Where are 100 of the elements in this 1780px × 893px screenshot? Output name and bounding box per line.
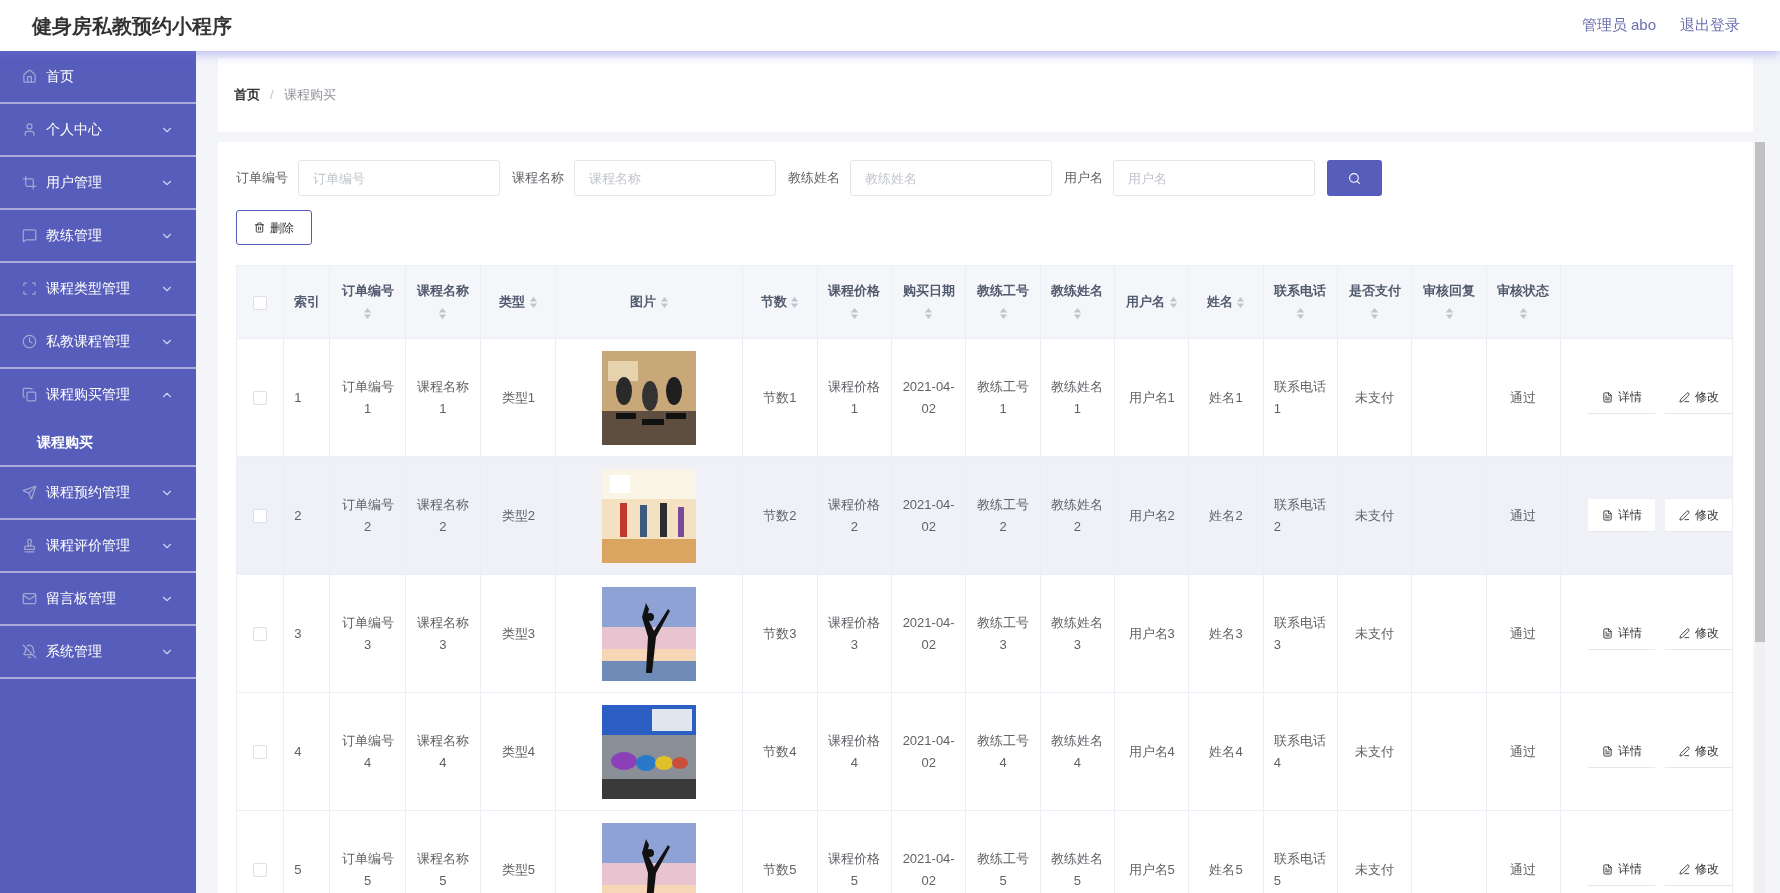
menu-item[interactable]: 教练管理: [0, 210, 196, 261]
menu-item[interactable]: 私教课程管理: [0, 316, 196, 367]
table-cell: 课程名称5: [416, 850, 469, 888]
table-cell: 教练工号1: [977, 378, 1029, 416]
sort-icon[interactable]: [1444, 307, 1454, 321]
table-cell: 节数3: [763, 625, 797, 641]
sort-icon[interactable]: [790, 296, 800, 310]
column-header[interactable]: 联系电话: [1263, 265, 1338, 339]
table-cell: 教练姓名1: [1051, 378, 1104, 416]
column-header[interactable]: 节数: [742, 265, 818, 339]
menu-item[interactable]: 系统管理: [0, 626, 196, 677]
breadcrumb-link[interactable]: 课程购买: [283, 85, 336, 105]
column-header[interactable]: 教练姓名: [1040, 265, 1115, 339]
table-cell: 教练姓名3: [1051, 614, 1104, 652]
column-header[interactable]: 图片: [555, 265, 743, 339]
column-header[interactable]: 审核回复: [1411, 265, 1487, 339]
edit-button[interactable]: 修改: [1665, 499, 1732, 532]
checkbox[interactable]: [253, 509, 268, 524]
pencil-icon: [1678, 745, 1690, 757]
sort-icon[interactable]: [1072, 307, 1082, 321]
admin-name: 管理员 abo: [1581, 15, 1656, 36]
table-row[interactable]: 1 订单编号1 课程名称1 类型1 节数1 课程价格1 2021-04-02 教练工号1 教练姓名1 用户名1 姓名1 联系电话1 未支付 通过 详情 修改: [236, 338, 1733, 457]
table-cell: 未支付: [1355, 625, 1395, 641]
table-cell: 课程价格2: [828, 496, 881, 534]
column-header[interactable]: 审核状态: [1486, 265, 1561, 339]
menu-item[interactable]: 课程预约管理: [0, 467, 196, 518]
menu-icon: [22, 228, 37, 243]
table-cell: 2021-04-02: [902, 732, 955, 770]
sort-icon[interactable]: [1168, 296, 1178, 310]
checkbox[interactable]: [253, 863, 268, 878]
sort-icon[interactable]: [438, 307, 448, 321]
sort-icon[interactable]: [363, 307, 373, 321]
checkbox[interactable]: [253, 295, 268, 310]
sort-icon[interactable]: [1295, 307, 1305, 321]
sort-icon[interactable]: [528, 296, 538, 310]
sort-icon[interactable]: [1518, 307, 1528, 321]
scrollbar[interactable]: [1755, 142, 1765, 893]
column-header[interactable]: 是否支付: [1337, 265, 1412, 339]
table-cell: 订单编号4: [341, 732, 394, 770]
table-cell: 订单编号5: [341, 850, 394, 888]
sort-icon[interactable]: [924, 307, 934, 321]
table-cell: 节数1: [763, 389, 797, 405]
menu-item[interactable]: 课程评价管理: [0, 520, 196, 571]
filter-label: 订单编号: [236, 169, 288, 188]
checkbox[interactable]: [253, 627, 268, 642]
column-header[interactable]: 购买日期: [891, 265, 966, 339]
column-header[interactable]: 课程价格: [817, 265, 892, 339]
details-button[interactable]: 详情: [1588, 499, 1655, 532]
table-cell: 类型5: [501, 861, 535, 877]
sort-icon[interactable]: [1236, 296, 1246, 310]
filter-field[interactable]: 教练姓名: [850, 160, 1052, 196]
sort-icon[interactable]: [849, 307, 859, 321]
delete-button[interactable]: 删除: [236, 210, 312, 245]
column-header[interactable]: 用户名: [1114, 265, 1189, 339]
sort-icon[interactable]: [998, 307, 1008, 321]
table-row[interactable]: 2 订单编号2 课程名称2 类型2 节数2 课程价格2 2021-04-02 教练工号2 教练姓名2 用户名2 姓名2 联系电话2 未支付 通过 详情 修改: [236, 456, 1733, 575]
logout-link[interactable]: 退出登录: [1680, 14, 1740, 37]
menu-item[interactable]: 课程购买管理: [0, 369, 196, 420]
table-cell: 1: [294, 389, 302, 405]
table-row[interactable]: 4 订单编号4 课程名称4 类型4 节数4 课程价格4 2021-04-02 教练工号4 教练姓名4 用户名4 姓名4 联系电话4 未支付 通过 详情 修改: [236, 692, 1733, 811]
table-cell: 未支付: [1355, 507, 1395, 523]
checkbox[interactable]: [253, 745, 268, 760]
filter-label: 用户名: [1064, 169, 1103, 188]
filter-field[interactable]: 用户名: [1113, 160, 1315, 196]
table-cell: 通过: [1510, 625, 1537, 641]
menu-item[interactable]: 用户管理: [0, 157, 196, 208]
table-cell: 节数2: [763, 507, 797, 523]
filter-field[interactable]: 课程名称: [574, 160, 776, 196]
table-cell: 课程价格1: [828, 378, 881, 416]
column-header[interactable]: 课程名称: [405, 265, 481, 339]
menu-item[interactable]: 留言板管理: [0, 573, 196, 624]
table-cell: 用户名5: [1128, 861, 1175, 877]
table-cell: 未支付: [1355, 861, 1395, 877]
submenu-item[interactable]: 课程购买: [0, 420, 196, 465]
filter-field[interactable]: 订单编号: [298, 160, 500, 196]
sort-icon[interactable]: [659, 296, 669, 310]
breadcrumb-separator: /: [270, 86, 274, 105]
sort-icon[interactable]: [1370, 307, 1380, 321]
column-header[interactable]: 教练工号: [965, 265, 1041, 339]
table-cell: 2021-04-02: [902, 378, 955, 416]
column-header[interactable]: 订单编号: [329, 265, 406, 339]
table-cell: 教练姓名5: [1051, 850, 1104, 888]
pencil-icon: [1678, 627, 1690, 639]
table-cell: 教练工号3: [977, 614, 1029, 652]
breadcrumb-link[interactable]: 首页: [234, 85, 260, 105]
table-cell: 姓名1: [1209, 389, 1243, 405]
table-row[interactable]: 5 订单编号5 课程名称5 类型5 节数5 课程价格5 2021-04-02 教练工号5 教练姓名5 用户名5 姓名5 联系电话5 未支付 通过 详情 修改: [236, 810, 1733, 893]
table-row[interactable]: 3 订单编号3 课程名称3 类型3 节数3 课程价格3 2021-04-02 教练工号3 教练姓名3 用户名3 姓名3 联系电话3 未支付 通过 详情 修改: [236, 574, 1733, 693]
table-cell: 教练姓名4: [1051, 732, 1104, 770]
table-cell: 2021-04-02: [902, 496, 955, 534]
table-cell: 课程名称4: [416, 732, 469, 770]
column-header[interactable]: 类型: [480, 265, 556, 339]
menu-item[interactable]: 个人中心: [0, 104, 196, 155]
search-button[interactable]: [1327, 160, 1382, 196]
checkbox[interactable]: [253, 391, 268, 406]
table-cell: 课程名称2: [416, 496, 469, 534]
menu-icon: [22, 175, 37, 190]
column-header[interactable]: 姓名: [1188, 265, 1264, 339]
menu-item[interactable]: 课程类型管理: [0, 263, 196, 314]
menu-item[interactable]: 首页: [0, 51, 196, 102]
